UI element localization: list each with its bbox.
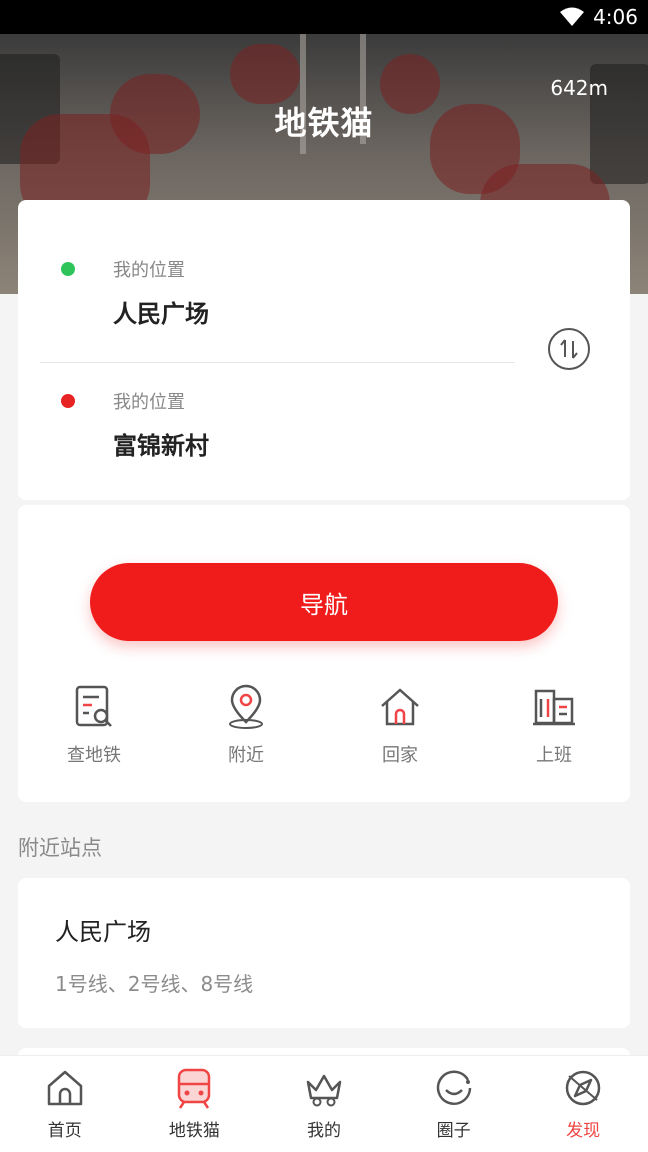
tab-circle[interactable]: 圈子: [389, 1056, 519, 1152]
swap-route-button[interactable]: [548, 328, 590, 370]
quick-label-home: 回家: [382, 745, 418, 766]
destination-hint: 我的位置: [113, 392, 185, 413]
tab-label-circle: 圈子: [436, 1121, 471, 1141]
crown-icon: [306, 1074, 342, 1107]
wifi-icon: [560, 7, 585, 26]
compass-icon: [565, 1070, 601, 1106]
quick-nearby[interactable]: 附近: [186, 683, 306, 767]
station-card[interactable]: 人民广场 1号线、2号线、8号线: [18, 878, 630, 1028]
tab-home[interactable]: 首页: [0, 1056, 130, 1152]
origin-dot: [61, 262, 75, 276]
nearby-section-title: 附近站点: [18, 836, 102, 860]
destination-dot: [61, 394, 75, 408]
page-title: 地铁猫: [274, 104, 374, 142]
quick-search-metro[interactable]: 查地铁: [34, 683, 154, 767]
home-icon: [381, 688, 419, 726]
train-icon: [178, 1068, 211, 1109]
quick-home[interactable]: 回家: [340, 683, 460, 767]
quick-work[interactable]: 上班: [494, 683, 614, 767]
origin-hint: 我的位置: [113, 260, 185, 281]
tab-discover[interactable]: 发现: [518, 1056, 648, 1152]
bottom-tab-bar: 首页 地铁猫 我的 圈子 发现: [0, 1055, 648, 1152]
navigate-button[interactable]: 导航: [90, 563, 558, 641]
destination-name: 富锦新村: [113, 432, 209, 460]
tab-label-metro-cat: 地铁猫: [168, 1121, 220, 1141]
search-metro-icon: [75, 685, 112, 727]
origin-name: 人民广场: [113, 300, 209, 328]
tab-label-mine: 我的: [306, 1121, 341, 1141]
route-card: 我的位置 人民广场 我的位置 富锦新村: [18, 200, 630, 500]
office-building-icon: [533, 689, 575, 726]
route-divider: [40, 362, 515, 363]
quick-label-nearby: 附近: [228, 745, 264, 766]
smile-icon: [436, 1070, 471, 1105]
location-pin-icon: [229, 684, 263, 729]
quick-label-search-metro: 查地铁: [67, 745, 121, 766]
station-name: 人民广场: [55, 918, 151, 946]
tab-mine[interactable]: 我的: [259, 1056, 389, 1152]
quick-label-work: 上班: [536, 745, 572, 766]
tab-label-home: 首页: [47, 1121, 82, 1141]
tab-metro-cat[interactable]: 地铁猫: [130, 1056, 260, 1152]
status-bar: 4:06: [0, 0, 648, 34]
actions-card: 导航 查地铁 附近 回家 上班: [18, 505, 630, 802]
distance-label: 642m: [550, 76, 608, 100]
station-lines: 1号线、2号线、8号线: [55, 972, 254, 996]
status-time: 4:06: [593, 5, 638, 29]
home-icon: [47, 1070, 83, 1106]
tab-label-discover: 发现: [566, 1121, 601, 1141]
swap-vertical-icon: [560, 339, 578, 359]
